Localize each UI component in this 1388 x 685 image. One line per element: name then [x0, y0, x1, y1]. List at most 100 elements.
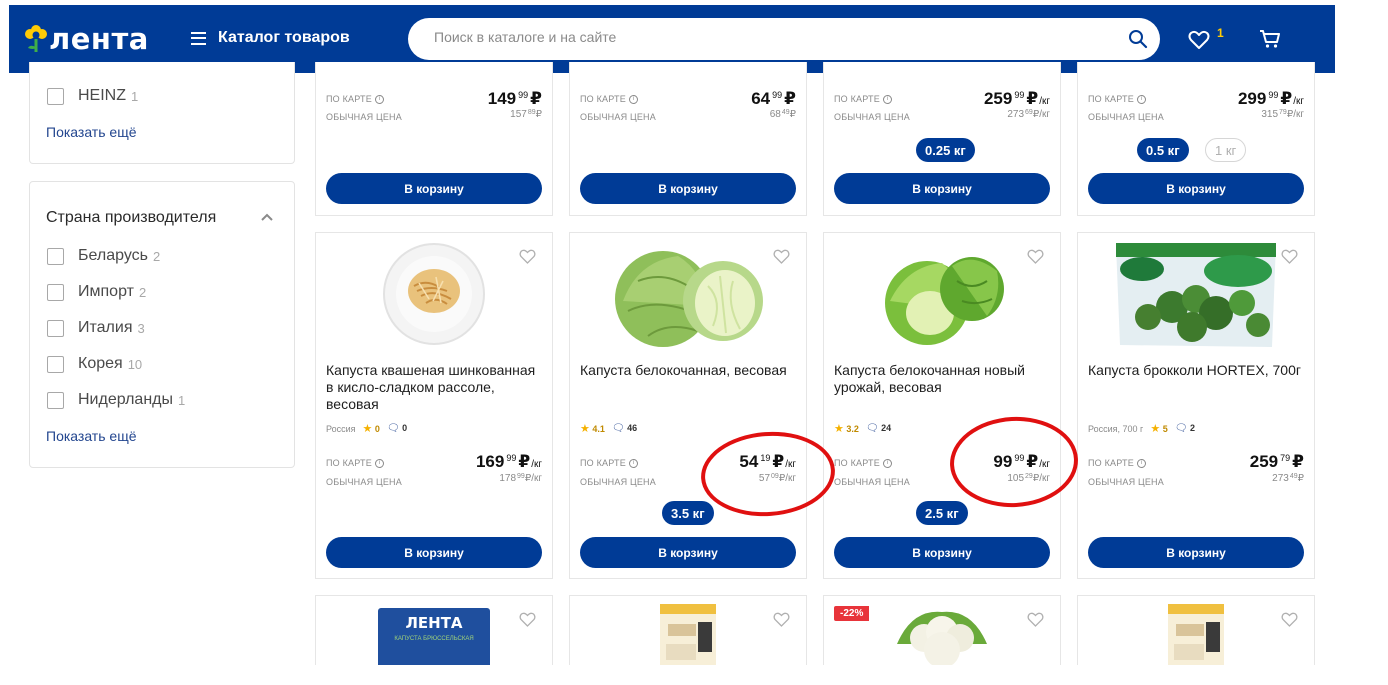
search-input[interactable]	[434, 29, 1114, 45]
card-price-label: ПО КАРТЕ i	[326, 458, 384, 468]
checkbox[interactable]	[47, 319, 64, 337]
filter-option-count: 2	[152, 248, 161, 264]
favorites-heart-icon[interactable]	[1188, 30, 1210, 50]
add-to-cart-button[interactable]: В корзину	[580, 537, 796, 568]
cart-icon[interactable]	[1259, 29, 1281, 49]
semplo-package-image	[1168, 604, 1224, 665]
rating: ★ 0	[362, 423, 380, 435]
product-card[interactable]: Капуста брокколи HORTEX, 700г Россия, 70…	[1077, 232, 1315, 579]
weight-option[interactable]: 1 кг	[1205, 138, 1247, 162]
star-icon: ★	[362, 423, 373, 435]
regular-price-label: ОБЫЧНАЯ ЦЕНА	[834, 112, 910, 122]
rating: ★ 5	[1150, 423, 1168, 435]
checkbox[interactable]	[47, 247, 64, 265]
checkbox[interactable]	[47, 283, 64, 301]
favorite-heart-icon[interactable]	[519, 612, 536, 627]
favorite-heart-icon[interactable]	[773, 249, 790, 264]
info-icon[interactable]: i	[374, 458, 384, 468]
regular-price-label: ОБЫЧНАЯ ЦЕНА	[1088, 477, 1164, 487]
regular-price-label: ОБЫЧНАЯ ЦЕНА	[1088, 112, 1164, 122]
checkbox[interactable]	[47, 391, 64, 409]
checkbox[interactable]	[47, 355, 64, 373]
product-card[interactable]: ЛЕНТА КАПУСТА БРЮССЕЛЬСКАЯ	[315, 595, 553, 665]
product-meta: ★ 4.1 🗨︎ 46	[580, 422, 637, 435]
logo-text: лента	[49, 22, 149, 56]
add-to-cart-button[interactable]: В корзину	[326, 537, 542, 568]
product-card[interactable]	[1077, 595, 1315, 665]
product-card[interactable]: ПО КАРТЕ i 64 99 ₽ ОБЫЧНАЯ ЦЕНА 6849₽ В кор…	[569, 62, 807, 216]
show-more-link[interactable]: Показать ещё	[46, 428, 137, 444]
add-to-cart-button[interactable]: В корзину	[1088, 173, 1304, 204]
product-meta: ★ 3.2 🗨︎ 24	[834, 422, 891, 435]
regular-price-label: ОБЫЧНАЯ ЦЕНА	[326, 112, 402, 122]
add-to-cart-button[interactable]: В корзину	[834, 537, 1050, 568]
brussels-sprouts-package-image: ЛЕНТА КАПУСТА БРЮССЕЛЬСКАЯ	[378, 608, 490, 665]
reviews[interactable]: 🗨︎ 0	[387, 423, 407, 434]
show-more-link[interactable]: Показать ещё	[46, 124, 137, 140]
filter-option-belarus[interactable]: Беларусь 2	[47, 247, 160, 265]
info-icon[interactable]: i	[628, 458, 638, 468]
reviews[interactable]: 🗨︎ 46	[612, 423, 637, 434]
filter-option-korea[interactable]: Корея 10	[47, 355, 142, 373]
favorite-heart-icon[interactable]	[1027, 249, 1044, 264]
info-icon[interactable]: i	[1136, 458, 1146, 468]
product-card[interactable]: Капуста белокочанная, весовая ★ 4.1 🗨︎ 4…	[569, 232, 807, 579]
info-icon[interactable]: i	[882, 94, 892, 104]
favorite-heart-icon[interactable]	[1281, 612, 1298, 627]
filter-option-label: Италия	[78, 319, 133, 336]
favorite-heart-icon[interactable]	[773, 612, 790, 627]
comment-icon: 🗨︎	[865, 423, 879, 434]
product-title[interactable]: Капуста белокочанная новый урожай, весов…	[834, 362, 1054, 396]
checkbox[interactable]	[47, 87, 64, 105]
filter-option-heinz[interactable]: HEINZ 1	[47, 87, 138, 105]
catalog-menu-button[interactable]: Каталог товаров	[191, 29, 350, 47]
product-title[interactable]: Капуста белокочанная, весовая	[580, 362, 800, 379]
weight-option[interactable]: 2.5 кг	[916, 501, 968, 525]
add-to-cart-button[interactable]: В корзину	[834, 173, 1050, 204]
add-to-cart-button[interactable]: В корзину	[326, 173, 542, 204]
brand-filter-panel: HEINZ 1 Показать ещё	[29, 62, 295, 164]
product-title[interactable]: Капуста брокколи HORTEX, 700г	[1088, 362, 1308, 379]
product-meta: Россия, 700 г ★ 5 🗨︎ 2	[1088, 422, 1195, 435]
add-to-cart-button[interactable]: В корзину	[580, 173, 796, 204]
lenta-logo[interactable]: лента	[25, 22, 149, 56]
product-card[interactable]: -22%	[823, 595, 1061, 665]
weight-option[interactable]: 3.5 кг	[662, 501, 714, 525]
young-cabbage-image	[885, 257, 1004, 345]
star-icon: ★	[580, 423, 590, 435]
product-title[interactable]: Капуста квашеная шинкованная в кисло-сла…	[326, 362, 546, 413]
comment-icon: 🗨︎	[611, 423, 625, 434]
favorite-heart-icon[interactable]	[1027, 612, 1044, 627]
product-card[interactable]: Капуста квашеная шинкованная в кисло-сла…	[315, 232, 553, 579]
info-icon[interactable]: i	[374, 94, 384, 104]
filter-option-italy[interactable]: Италия 3	[47, 319, 145, 337]
product-card[interactable]: ПО КАРТЕ i 299 99 ₽/кг ОБЫЧНАЯ ЦЕНА 31579₽/…	[1077, 62, 1315, 216]
filter-option-label: Импорт	[78, 283, 134, 300]
filter-option-label: Беларусь	[78, 247, 148, 264]
product-card[interactable]: ПО КАРТЕ i 149 99 ₽ ОБЫЧНАЯ ЦЕНА 15789₽ В к…	[315, 62, 553, 216]
card-price-label: ПО КАРТЕ i	[1088, 458, 1146, 468]
product-card[interactable]: Капуста белокочанная новый урожай, весов…	[823, 232, 1061, 579]
filter-option-import[interactable]: Импорт 2	[47, 283, 146, 301]
reviews[interactable]: 🗨︎ 24	[866, 423, 891, 434]
favorite-heart-icon[interactable]	[1281, 249, 1298, 264]
regular-price: 27349₽	[1272, 473, 1304, 484]
info-icon[interactable]: i	[1136, 94, 1146, 104]
filter-option-netherlands[interactable]: Нидерланды 1	[47, 391, 185, 409]
reviews[interactable]: 🗨︎ 2	[1175, 423, 1195, 434]
filter-option-count: 1	[177, 392, 186, 408]
add-to-cart-button[interactable]: В корзину	[1088, 537, 1304, 568]
country-filter-panel: Страна производителя Беларусь 2 Импорт 2…	[29, 181, 295, 468]
weight-option[interactable]: 0.25 кг	[916, 138, 975, 162]
product-card[interactable]: ПО КАРТЕ i 259 99 ₽/кг ОБЫЧНАЯ ЦЕНА 27369₽/…	[823, 62, 1061, 216]
info-icon[interactable]: i	[882, 458, 892, 468]
package-label: КАПУСТА БРЮССЕЛЬСКАЯ	[394, 636, 474, 642]
filter-option-label: Нидерланды	[78, 391, 173, 408]
search-icon[interactable]	[1128, 29, 1148, 49]
card-price-label: ПО КАРТЕ i	[326, 94, 384, 104]
chevron-up-icon[interactable]	[260, 212, 274, 222]
info-icon[interactable]: i	[628, 94, 638, 104]
product-card[interactable]	[569, 595, 807, 665]
weight-option[interactable]: 0.5 кг	[1137, 138, 1189, 162]
favorite-heart-icon[interactable]	[519, 249, 536, 264]
